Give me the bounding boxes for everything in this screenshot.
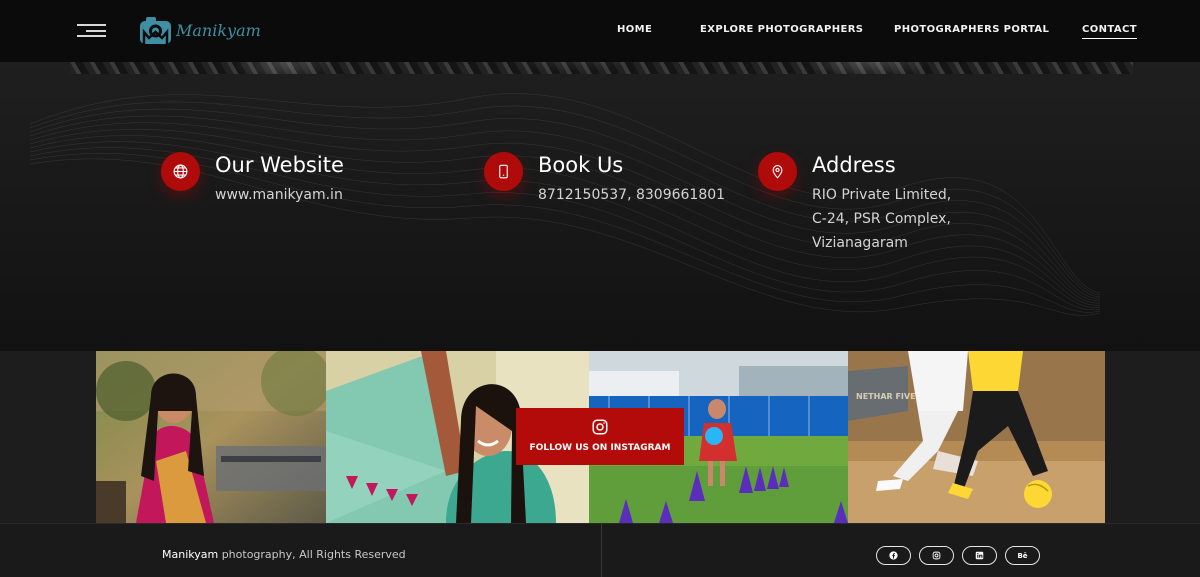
copyright-brand: Manikyam [162, 548, 219, 561]
menu-toggle-button[interactable] [77, 24, 106, 37]
site-logo[interactable]: Manikyam [139, 16, 261, 45]
menu-line [86, 30, 106, 32]
address-title: Address [812, 153, 896, 177]
linkedin-icon [975, 551, 984, 560]
address-line: Vizianagaram [812, 235, 908, 251]
nav-explore-photographers[interactable]: EXPLORE PHOTOGRAPHERS [700, 24, 863, 35]
nav-contact[interactable]: CONTACT [1082, 24, 1137, 39]
behance-icon: Bē [1017, 551, 1028, 560]
logo-wordmark: Manikyam [176, 21, 261, 40]
menu-line [77, 24, 106, 26]
address-text: RIO Private Limited, C-24, PSR Complex, … [812, 183, 951, 255]
nav-home[interactable]: HOME [617, 24, 652, 35]
svg-text:NETHAR FIVE: NETHAR FIVE [856, 392, 916, 401]
website-url[interactable]: www.manikyam.in [215, 183, 343, 207]
address-line: RIO Private Limited, [812, 187, 952, 203]
instagram-gallery: NETHAR FIVE FOLLOW US ON INSTAGRAM [0, 351, 1200, 523]
phone-icon [484, 152, 523, 191]
site-footer: Manikyam photography, All Rights Reserve… [0, 523, 1200, 577]
copyright-text: Manikyam photography, All Rights Reserve… [162, 548, 406, 561]
facebook-icon [889, 551, 898, 560]
website-title: Our Website [215, 153, 344, 177]
gallery-photo-4[interactable]: NETHAR FIVE [848, 351, 1105, 523]
contact-section: Our Website www.manikyam.in Book Us 8712… [0, 62, 1200, 351]
instagram-icon [932, 551, 941, 560]
logo-mark-icon [139, 16, 172, 45]
menu-line [77, 35, 106, 37]
linkedin-link[interactable] [962, 546, 997, 565]
behance-link[interactable]: Bē [1005, 546, 1040, 565]
book-us-title: Book Us [538, 153, 624, 177]
nav-photographers-portal[interactable]: PHOTOGRAPHERS PORTAL [894, 24, 1049, 35]
gallery-photo-1[interactable] [96, 351, 326, 523]
globe-icon [161, 152, 200, 191]
phone-numbers[interactable]: 8712150537, 8309661801 [538, 183, 725, 207]
facebook-link[interactable] [876, 546, 911, 565]
instagram-link[interactable] [919, 546, 954, 565]
location-pin-icon [758, 152, 797, 191]
instagram-icon [592, 419, 608, 435]
copyright-rights: photography, All Rights Reserved [218, 548, 406, 561]
follow-instagram-label: FOLLOW US ON INSTAGRAM [529, 443, 671, 453]
follow-instagram-button[interactable]: FOLLOW US ON INSTAGRAM [516, 408, 684, 465]
address-line: C-24, PSR Complex, [812, 211, 951, 227]
footer-divider [601, 524, 602, 577]
